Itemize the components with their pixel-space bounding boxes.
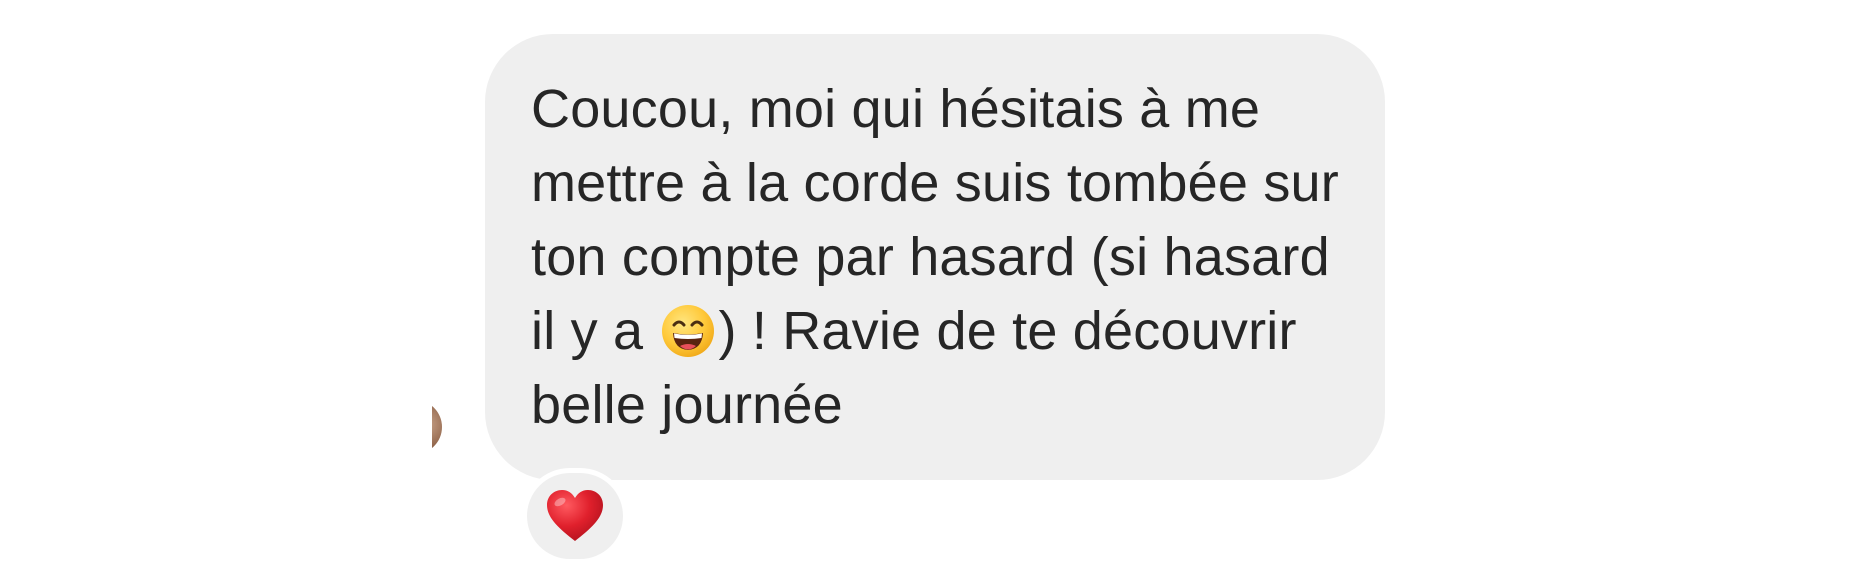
reaction-badge[interactable] — [522, 468, 628, 564]
message-text: Coucou, moi qui hésitais à me mettre à l… — [531, 72, 1345, 442]
red-heart-icon — [547, 490, 603, 541]
sender-avatar[interactable] — [432, 400, 446, 454]
sender-avatar-image — [432, 400, 442, 454]
grinning-face-emoji-icon — [660, 303, 716, 359]
message-bubble[interactable]: Coucou, moi qui hésitais à me mettre à l… — [485, 34, 1385, 480]
